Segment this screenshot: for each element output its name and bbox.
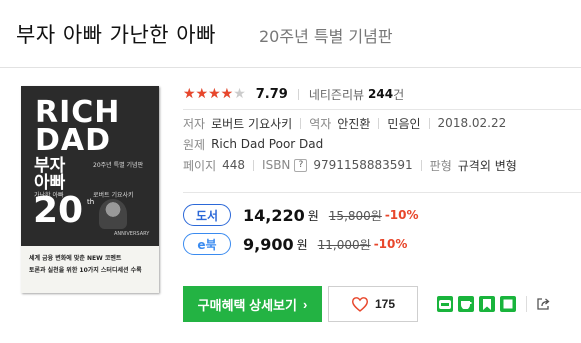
book-specs-row: 페이지 448 ISBN ? 9791158883591 판형 규격외 변형: [183, 157, 517, 173]
book-cover-image[interactable]: RICH DAD 부자 아빠 20주년 특별 기념판 가난한 아빠 로버트 기요…: [21, 86, 159, 293]
ebook-price-unit: 원: [296, 237, 308, 252]
book-title: 부자 아빠 가난한 아빠: [16, 23, 216, 47]
original-title: Rich Dad Poor Dad: [211, 137, 324, 151]
cover-edition: 20주년 특별 기념판: [93, 162, 144, 169]
publish-date: 2018.02.22: [437, 116, 507, 130]
cover-title-dad: DAD: [35, 123, 112, 158]
review-label[interactable]: 네티즌리뷰: [309, 86, 364, 103]
help-icon[interactable]: ?: [294, 158, 308, 172]
ebook-format-badge[interactable]: e북: [183, 233, 231, 255]
original-title-label: 원제: [183, 137, 206, 152]
rating-row: ★★★★★★★★★★ 7.79 네티즌리뷰 244 건: [183, 86, 404, 102]
cafe-share-icon[interactable]: [458, 296, 474, 312]
like-button[interactable]: 175: [328, 286, 418, 322]
format-label: 판형: [429, 158, 452, 173]
publisher-link[interactable]: 민음인: [387, 115, 420, 132]
author-link[interactable]: 로버트 기요사키: [211, 115, 292, 132]
book-sale-price: 14,220: [243, 205, 305, 225]
bookmark-share-icon[interactable]: [479, 296, 495, 312]
translator-link[interactable]: 안진환: [337, 115, 370, 132]
blog-share-icon[interactable]: [437, 296, 453, 312]
title-bar: 부자 아빠 가난한 아빠 20주년 특별 기념판: [0, 0, 581, 68]
purchase-benefits-button[interactable]: 구매혜택 상세보기 ›: [183, 286, 322, 322]
book-format-badge[interactable]: 도서: [183, 204, 231, 226]
author-row: 저자 로버트 기요사키 역자 안진환 민음인 2018.02.22: [183, 115, 506, 131]
cover-th: th: [87, 198, 95, 206]
ebook-original-price: 11,000원: [317, 237, 371, 252]
divider: [526, 296, 527, 312]
chevron-right-icon: ›: [302, 296, 308, 312]
divider: [253, 159, 255, 171]
ebook-price-row: e북 9,900 원 11,000원 -10%: [183, 232, 407, 256]
rating-score: 7.79: [255, 86, 288, 102]
book-price-row: 도서 14,220 원 15,800원 -10%: [183, 203, 419, 227]
original-title-row: 원제 Rich Dad Poor Dad: [183, 136, 323, 152]
like-count: 175: [374, 297, 396, 311]
cover-big-number: 20: [33, 190, 84, 231]
review-unit: 건: [393, 87, 405, 102]
translator-label: 역자: [309, 116, 332, 131]
divider: [297, 88, 299, 100]
divider: [300, 117, 302, 129]
cover-title-ko: 부자 아빠: [34, 156, 66, 193]
purchase-benefits-label: 구매혜택 상세보기: [197, 297, 297, 313]
book-original-price: 15,800원: [328, 208, 382, 223]
pages-label: 페이지: [183, 158, 217, 173]
ebook-discount: -10%: [373, 237, 408, 251]
share-bar: [437, 296, 556, 312]
cover-band: 세계 금융 변화에 맞춘 NEW 코멘트 토론과 실천을 위한 10가지 스터디…: [21, 246, 159, 293]
page-count: 448: [222, 158, 246, 172]
divider: [420, 159, 422, 171]
divider: [428, 117, 430, 129]
book-price-unit: 원: [307, 208, 319, 223]
share-icon[interactable]: [535, 296, 551, 312]
divider: [183, 109, 581, 110]
author-label: 저자: [183, 116, 206, 131]
cover-band-line2: 토론과 실천을 위한 10가지 스터디세션 수록: [29, 267, 142, 274]
cover-band-line1: 세계 금융 변화에 맞춘 NEW 코멘트: [29, 255, 122, 262]
cover-anniversary: ANNIVERSARY: [114, 231, 150, 237]
memo-share-icon[interactable]: [500, 296, 516, 312]
isbn-label: ISBN: [262, 158, 291, 172]
star-rating-icon: ★★★★★★★★★★: [183, 86, 246, 102]
heart-icon: [351, 297, 368, 312]
ebook-sale-price: 9,900: [243, 234, 294, 254]
format-value: 규격외 변형: [457, 158, 517, 173]
author-photo: [99, 199, 127, 229]
book-subtitle: 20주년 특별 기념판: [259, 27, 393, 46]
divider: [183, 192, 581, 193]
divider: [378, 117, 380, 129]
book-discount: -10%: [384, 208, 419, 222]
isbn-value: 9791158883591: [313, 158, 413, 172]
review-count[interactable]: 244: [368, 87, 393, 101]
